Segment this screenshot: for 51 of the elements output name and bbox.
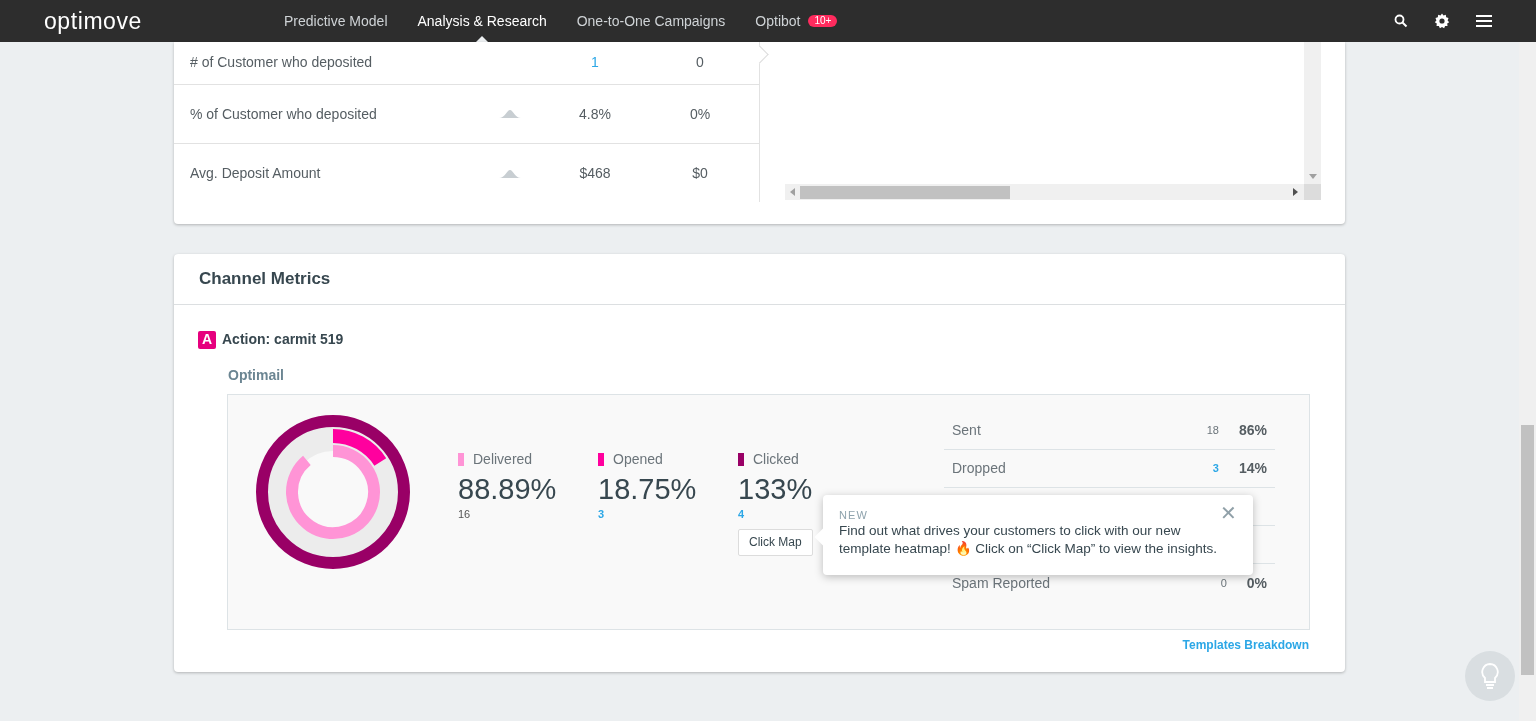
metric-value: 18.75%	[598, 472, 697, 506]
search-icon[interactable]	[1394, 14, 1408, 28]
stat-count: 18	[1206, 423, 1219, 439]
scroll-down-icon[interactable]	[1308, 174, 1317, 179]
notification-badge: 10+	[808, 15, 838, 27]
card-title: Channel Metrics	[199, 268, 331, 291]
scrollbar-thumb[interactable]	[1521, 425, 1534, 675]
metric-value: 0	[695, 52, 705, 72]
metric-label: Opened	[613, 450, 663, 469]
metric-label: Clicked	[753, 450, 799, 469]
logo[interactable]: optimove	[44, 3, 284, 39]
metric-label: % of Customer who deposited	[190, 104, 378, 124]
scroll-right-icon[interactable]	[1293, 188, 1298, 196]
stat-percent: 14%	[1238, 459, 1267, 478]
menu-icon[interactable]	[1476, 15, 1492, 27]
action-badge: A	[198, 330, 216, 349]
tooltip-text: Find out what drives your customers to click with our new template heatmap! 🔥 Click on “Click Map” to view the insights.	[839, 522, 1218, 558]
tooltip-tag: NEW	[839, 509, 868, 522]
stat-label: Sent	[952, 421, 981, 440]
lightbulb-icon[interactable]	[1481, 663, 1499, 689]
scrollbar-corner	[1304, 184, 1321, 200]
metric-value: 133%	[738, 472, 813, 506]
channel-label: Optimail	[228, 366, 284, 385]
stat-count: 0	[1220, 575, 1227, 591]
scroll-left-icon[interactable]	[790, 188, 795, 196]
nav-tab[interactable]: Predictive Model	[284, 0, 388, 42]
settings-icon[interactable]	[1434, 13, 1450, 29]
scrollbar-thumb[interactable]	[800, 185, 1010, 199]
help-button[interactable]	[1465, 651, 1515, 701]
stat-percent: 86%	[1238, 421, 1267, 440]
metric-label: # of Customer who deposited	[190, 52, 374, 72]
stat-label: Spam Reported	[952, 573, 1051, 593]
metric-value: $0	[691, 164, 709, 183]
stat-label: Dropped	[952, 459, 1006, 478]
nav-tab[interactable]: Optibot 10+	[755, 0, 838, 42]
sparkline-icon	[499, 110, 521, 118]
metric-value: 4.8%	[578, 104, 612, 124]
metric-value: 0%	[688, 104, 712, 124]
metric-label: Avg. Deposit Amount	[190, 164, 322, 183]
page-scrollbar[interactable]	[1519, 42, 1536, 721]
sparkline-icon	[499, 169, 521, 178]
metric-count: 16	[458, 507, 471, 522]
action-label: Action: carmit 519	[222, 330, 344, 349]
metric-value: 88.89%	[458, 472, 557, 506]
stat-percent: 0%	[1246, 573, 1267, 593]
click-map-button[interactable]: Click Map	[738, 528, 813, 556]
vertical-scrollbar[interactable]	[1304, 42, 1321, 184]
metric-value: $468	[578, 164, 612, 183]
horizontal-scrollbar[interactable]	[785, 184, 1304, 200]
nav-tab[interactable]: One-to-One Campaigns	[576, 0, 726, 42]
metric-label: Delivered	[473, 450, 533, 469]
